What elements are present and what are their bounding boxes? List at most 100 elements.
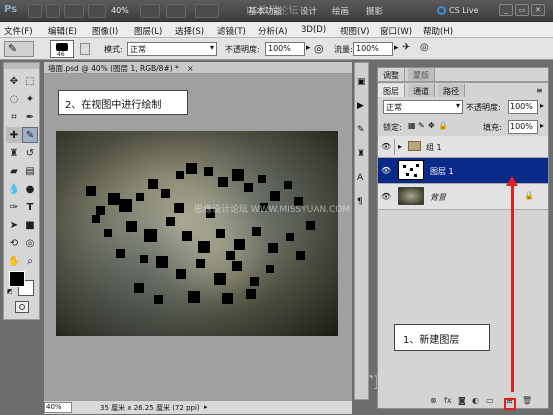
type-tool-icon[interactable]: T bbox=[22, 199, 38, 215]
tablet-opacity-icon[interactable]: ◎ bbox=[314, 42, 326, 56]
eraser-tool-icon[interactable]: ▰ bbox=[6, 163, 22, 179]
paragraph-panel-icon[interactable]: ¶ bbox=[357, 197, 363, 207]
delete-layer-icon[interactable]: 🗑 bbox=[522, 396, 532, 405]
bridge-button[interactable] bbox=[28, 4, 42, 18]
fill-field[interactable]: 100% bbox=[508, 120, 538, 134]
blur-tool-icon[interactable]: 💧 bbox=[6, 181, 22, 197]
workspace-design[interactable]: 设计 bbox=[300, 5, 317, 17]
visibility-eye-icon[interactable]: 👁 bbox=[381, 192, 391, 201]
foreground-color-swatch[interactable] bbox=[9, 271, 25, 287]
menu-filter[interactable]: 滤镜(T) bbox=[217, 25, 246, 37]
layer-opacity-field[interactable]: 100% bbox=[508, 100, 538, 114]
lock-position-icon[interactable]: ✥ bbox=[428, 121, 435, 130]
screen-mode-button[interactable] bbox=[166, 4, 186, 18]
menu-file[interactable]: 文件(F) bbox=[4, 25, 33, 37]
lock-transparent-icon[interactable]: ▦ bbox=[408, 121, 416, 130]
tool-preset-picker[interactable]: ✎ bbox=[4, 41, 34, 57]
expand-triangle-icon[interactable]: ▸ bbox=[398, 142, 402, 151]
opacity-slider-toggle[interactable]: ▸ bbox=[306, 43, 311, 53]
hand-tool-icon[interactable]: ✋ bbox=[6, 253, 22, 269]
hand-tool-button[interactable] bbox=[88, 4, 106, 18]
tab-adjustments[interactable]: 调整 bbox=[378, 68, 405, 81]
menu-view[interactable]: 视图(V) bbox=[340, 25, 369, 37]
menu-edit[interactable]: 编辑(E) bbox=[48, 25, 77, 37]
extras-button[interactable] bbox=[64, 4, 84, 18]
default-colors-icon[interactable]: ◩ bbox=[7, 288, 14, 295]
actions-panel-icon[interactable]: ▶ bbox=[357, 101, 364, 111]
panel-menu-icon[interactable]: ≡ bbox=[536, 86, 543, 95]
flow-field[interactable]: 100% bbox=[353, 42, 393, 56]
layer-row-background[interactable]: 👁 背景 🔒 bbox=[378, 184, 548, 210]
path-selection-tool-icon[interactable]: ➤ bbox=[6, 217, 22, 233]
lock-image-icon[interactable]: ✎ bbox=[418, 121, 425, 130]
fill-slider-toggle[interactable]: ▸ bbox=[540, 121, 544, 130]
quick-select-tool-icon[interactable]: ✦ bbox=[22, 91, 38, 107]
close-button[interactable]: ✕ bbox=[531, 4, 545, 16]
tab-layers[interactable]: 图层 bbox=[378, 84, 405, 97]
document-tab[interactable]: 墙面.psd @ 40% (图层 1, RGB/8#) * × bbox=[44, 62, 352, 74]
tablet-size-icon[interactable]: ◎ bbox=[420, 42, 434, 56]
maximize-button[interactable]: ▭ bbox=[515, 4, 529, 16]
3d-orbit-tool-icon[interactable]: ◎ bbox=[22, 235, 38, 251]
layer-blend-mode-select[interactable]: 正常 bbox=[383, 100, 463, 114]
healing-brush-tool-icon[interactable]: ✚ bbox=[6, 127, 22, 143]
pen-tool-icon[interactable]: ✑ bbox=[6, 199, 22, 215]
layer-row-group[interactable]: 👁 ▸ 组 1 bbox=[378, 136, 548, 158]
move-tool-icon[interactable]: ✥ bbox=[6, 73, 22, 89]
tools-panel-grip[interactable] bbox=[4, 63, 39, 69]
lasso-tool-icon[interactable]: ◌ bbox=[6, 91, 22, 107]
workspace-painting[interactable]: 绘画 bbox=[332, 5, 349, 17]
history-brush-tool-icon[interactable]: ↺ bbox=[22, 145, 38, 161]
airbrush-icon[interactable]: ✈ bbox=[402, 42, 416, 56]
menu-window[interactable]: 窗口(W) bbox=[380, 25, 412, 37]
dodge-tool-icon[interactable]: ● bbox=[22, 181, 38, 197]
layer-opacity-slider-toggle[interactable]: ▸ bbox=[540, 101, 544, 110]
cs-live-button[interactable]: CS Live bbox=[435, 4, 491, 18]
history-panel-icon[interactable]: ▣ bbox=[357, 77, 366, 87]
layer-row-selected[interactable]: 👁 图层 1 bbox=[378, 158, 548, 184]
brush-panel-toggle[interactable] bbox=[80, 43, 90, 55]
status-menu-arrow[interactable]: ▸ bbox=[204, 403, 208, 411]
brush-panel-icon[interactable]: ✎ bbox=[357, 125, 365, 135]
crop-tool-icon[interactable]: ⌗ bbox=[6, 109, 22, 125]
flow-slider-toggle[interactable]: ▸ bbox=[394, 43, 399, 53]
gradient-tool-icon[interactable]: ▤ bbox=[22, 163, 38, 179]
canvas[interactable] bbox=[56, 131, 338, 336]
blend-mode-select[interactable]: 正常 bbox=[127, 42, 217, 56]
new-group-icon[interactable]: ▭ bbox=[486, 396, 494, 405]
eyedropper-tool-icon[interactable]: ✒ bbox=[22, 109, 38, 125]
visibility-eye-icon[interactable]: 👁 bbox=[381, 142, 391, 151]
brush-tool-icon[interactable]: ✎ bbox=[22, 127, 38, 143]
workspace-button[interactable] bbox=[195, 4, 219, 18]
close-document-icon[interactable]: × bbox=[187, 64, 193, 73]
menu-analysis[interactable]: 分析(A) bbox=[258, 25, 287, 37]
lock-all-icon[interactable]: 🔒 bbox=[438, 121, 448, 130]
menu-image[interactable]: 图像(I) bbox=[92, 25, 118, 37]
shape-tool-icon[interactable]: ■ bbox=[22, 217, 38, 233]
layer-style-icon[interactable]: fx bbox=[444, 396, 452, 405]
menu-help[interactable]: 帮助(H) bbox=[423, 25, 453, 37]
menu-layer[interactable]: 图层(L) bbox=[134, 25, 162, 37]
workspace-photography[interactable]: 摄影 bbox=[366, 5, 383, 17]
menu-select[interactable]: 选择(S) bbox=[175, 25, 204, 37]
layer-mask-icon[interactable]: ◙ bbox=[458, 396, 466, 405]
brush-preset-picker[interactable]: 46 bbox=[50, 40, 74, 58]
tab-masks[interactable]: 蒙版 bbox=[408, 68, 435, 81]
clone-source-panel-icon[interactable]: ♜ bbox=[357, 149, 365, 159]
character-panel-icon[interactable]: A bbox=[357, 173, 363, 183]
opacity-field[interactable]: 100% bbox=[265, 42, 305, 56]
zoom-tool-icon[interactable]: ⌕ bbox=[22, 253, 38, 269]
tab-channels[interactable]: 通道 bbox=[408, 84, 435, 97]
3d-rotate-tool-icon[interactable]: ⟲ bbox=[6, 235, 22, 251]
clone-stamp-tool-icon[interactable]: ♜ bbox=[6, 145, 22, 161]
minibridge-button[interactable] bbox=[46, 4, 60, 18]
link-layers-icon[interactable]: ⊗ bbox=[430, 396, 437, 405]
quick-mask-button[interactable] bbox=[15, 301, 29, 313]
tab-paths[interactable]: 路径 bbox=[438, 84, 465, 97]
visibility-eye-icon[interactable]: 👁 bbox=[381, 166, 391, 175]
zoom-level[interactable]: 40% bbox=[111, 6, 129, 15]
arrange-documents-button[interactable] bbox=[140, 4, 160, 18]
adjustment-layer-icon[interactable]: ◐ bbox=[472, 396, 479, 405]
status-zoom-field[interactable]: 40% bbox=[44, 402, 72, 413]
menu-3d[interactable]: 3D(D) bbox=[301, 25, 326, 35]
